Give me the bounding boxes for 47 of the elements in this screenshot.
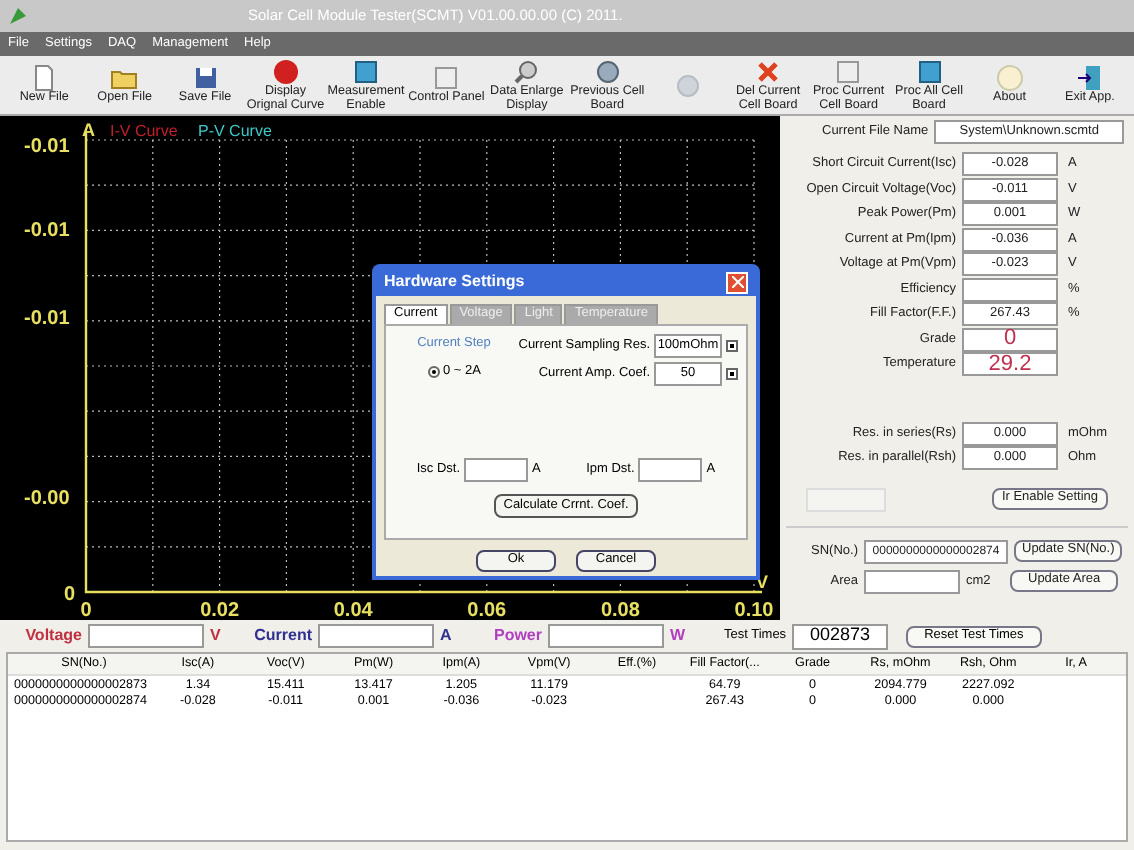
input-field[interactable] [864, 569, 960, 593]
y-tick-label: -0.01 [24, 136, 70, 158]
info-icon [995, 64, 1024, 93]
y-tick-label: -0.00 [24, 488, 70, 510]
x-tick-label: 0.02 [200, 600, 240, 620]
record-icon [271, 57, 300, 86]
reading-field[interactable] [318, 624, 434, 648]
value-field[interactable]: 29.2 [962, 352, 1058, 377]
window-icon [351, 57, 380, 86]
close-button[interactable] [726, 271, 748, 293]
y-tick-label: -0.01 [24, 220, 70, 242]
reading-field[interactable] [88, 624, 204, 648]
x-tick-label: 0.10 [734, 600, 774, 620]
x-tick-label: 0.06 [467, 600, 507, 620]
reading-field[interactable] [548, 624, 664, 648]
leaf-icon [8, 6, 28, 26]
reading-label: Voltage [23, 624, 82, 648]
counter-field: 002873 [792, 623, 889, 649]
reading-label: Power [491, 624, 542, 648]
y-tick-label: 0 [64, 584, 76, 606]
input-field[interactable] [464, 458, 529, 482]
y-tick-label: -0.01 [24, 308, 70, 330]
value-field[interactable]: 0 [962, 327, 1058, 352]
reading-label: Current [252, 624, 312, 648]
dialog-title: Hardware Settings [384, 270, 525, 294]
page-icon [30, 64, 59, 93]
window-icon [915, 57, 944, 86]
x-tick-label: 0.04 [333, 600, 373, 620]
value-field[interactable] [962, 277, 1058, 302]
dropdown-arrow-icon[interactable] [726, 340, 738, 352]
x-tick-label: 0 [80, 600, 92, 620]
circle-icon [593, 57, 622, 86]
legend-label: I-V Curve [110, 122, 178, 140]
cross-icon [754, 57, 783, 86]
exit-icon [1075, 64, 1104, 93]
unit-label: A [440, 624, 454, 648]
unit-label: V [210, 624, 223, 648]
dropdown-arrow-icon[interactable] [726, 368, 738, 380]
input-field[interactable] [638, 458, 703, 482]
radio-button[interactable] [427, 365, 439, 378]
x-tick-label: 0.08 [600, 600, 640, 620]
circle-icon [673, 71, 702, 99]
panel-icon [432, 64, 461, 93]
magnifier-icon [512, 57, 541, 86]
close-icon [731, 276, 743, 288]
unit-label: W [670, 624, 688, 648]
legend-label: P-V Curve [198, 122, 272, 140]
